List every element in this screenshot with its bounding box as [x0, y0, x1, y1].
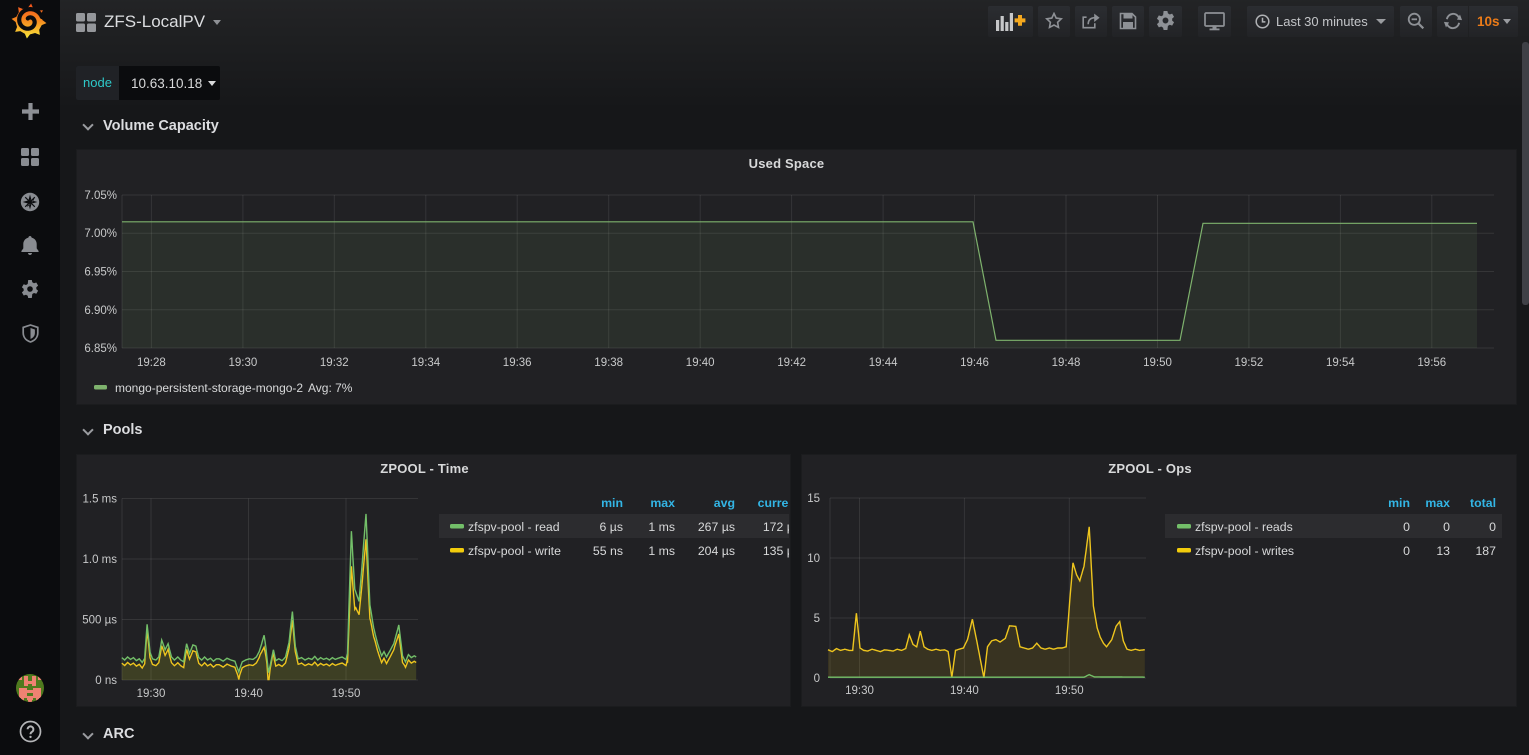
svg-text:1 ms: 1 ms: [648, 544, 675, 558]
svg-text:15: 15: [807, 493, 820, 505]
svg-text:55 ns: 55 ns: [593, 544, 623, 558]
svg-text:zfspv-pool - write: zfspv-pool - write: [468, 544, 561, 558]
svg-text:0: 0: [1403, 520, 1410, 534]
svg-text:zfspv-pool - reads: zfspv-pool - reads: [1195, 520, 1293, 534]
svg-text:19:42: 19:42: [777, 357, 806, 369]
svg-text:187: 187: [1475, 544, 1496, 558]
svg-text:1.0 ms: 1.0 ms: [82, 554, 117, 566]
svg-text:135 µs: 135 µs: [763, 544, 800, 558]
svg-text:19:36: 19:36: [503, 357, 532, 369]
svg-text:0: 0: [1443, 520, 1450, 534]
svg-text:min: min: [601, 496, 623, 510]
svg-text:min: min: [1388, 496, 1410, 510]
svg-text:13: 13: [1436, 544, 1450, 558]
svg-text:6.95%: 6.95%: [84, 267, 117, 279]
svg-text:max: max: [1425, 496, 1450, 510]
svg-text:267 µs: 267 µs: [698, 520, 735, 534]
svg-text:0: 0: [814, 673, 820, 685]
svg-text:zfspv-pool - read: zfspv-pool - read: [468, 520, 560, 534]
svg-text:Avg: 7%: Avg: 7%: [308, 381, 353, 395]
svg-text:10: 10: [807, 553, 820, 565]
svg-text:total: total: [1470, 496, 1496, 510]
svg-text:19:30: 19:30: [137, 688, 166, 700]
svg-text:19:46: 19:46: [960, 357, 989, 369]
svg-text:6.85%: 6.85%: [84, 343, 117, 355]
svg-text:204 µs: 204 µs: [698, 544, 735, 558]
svg-text:7.00%: 7.00%: [84, 228, 117, 240]
svg-text:avg: avg: [714, 496, 735, 510]
svg-text:19:34: 19:34: [411, 357, 440, 369]
svg-text:19:54: 19:54: [1326, 357, 1355, 369]
svg-text:19:28: 19:28: [137, 357, 166, 369]
svg-text:current: current: [758, 496, 800, 510]
svg-text:19:56: 19:56: [1417, 357, 1446, 369]
svg-text:5: 5: [814, 613, 820, 625]
svg-text:0: 0: [1489, 520, 1496, 534]
svg-text:zfspv-pool - writes: zfspv-pool - writes: [1195, 544, 1294, 558]
svg-text:19:40: 19:40: [686, 357, 715, 369]
svg-text:19:40: 19:40: [950, 685, 979, 697]
svg-text:0: 0: [1403, 544, 1410, 558]
svg-text:mongo-persistent-storage-mongo: mongo-persistent-storage-mongo-2: [115, 381, 303, 395]
svg-text:19:30: 19:30: [845, 685, 874, 697]
svg-text:1 ms: 1 ms: [648, 520, 675, 534]
svg-text:max: max: [650, 496, 675, 510]
svg-text:19:48: 19:48: [1052, 357, 1081, 369]
svg-text:6 µs: 6 µs: [600, 520, 624, 534]
svg-text:500 µs: 500 µs: [82, 615, 117, 627]
svg-text:19:50: 19:50: [1143, 357, 1172, 369]
svg-text:7.05%: 7.05%: [84, 190, 117, 202]
svg-text:19:40: 19:40: [234, 688, 263, 700]
svg-text:1.5 ms: 1.5 ms: [82, 494, 117, 506]
svg-text:172 µs: 172 µs: [763, 520, 800, 534]
svg-text:19:38: 19:38: [594, 357, 623, 369]
svg-text:19:30: 19:30: [229, 357, 258, 369]
svg-text:19:50: 19:50: [1055, 685, 1084, 697]
svg-text:19:32: 19:32: [320, 357, 349, 369]
svg-text:6.90%: 6.90%: [84, 305, 117, 317]
svg-text:0 ns: 0 ns: [95, 675, 117, 687]
svg-text:19:52: 19:52: [1235, 357, 1264, 369]
svg-text:19:50: 19:50: [332, 688, 361, 700]
svg-text:19:44: 19:44: [869, 357, 898, 369]
